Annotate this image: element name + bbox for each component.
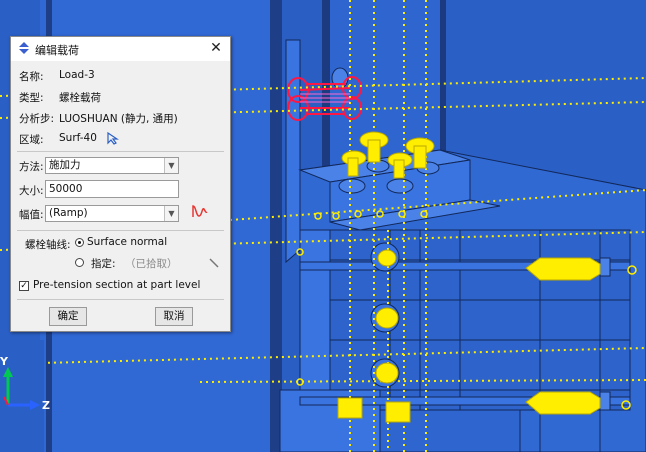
dialog-title: 编辑载荷: [35, 44, 79, 57]
edit-load-dialog: 编辑载荷 ✕ 名称: Load-3 类型: 螺栓载荷 分析步: LUOSHUAN…: [10, 36, 231, 332]
name-label: 名称:: [19, 71, 44, 83]
method-select[interactable]: 施加力 ▼: [45, 157, 179, 174]
divider: [17, 299, 224, 300]
amplitude-select-value: (Ramp): [49, 207, 88, 219]
picked-status: （已拾取）: [125, 258, 178, 270]
load-icon: [19, 42, 29, 54]
surface-normal-radio[interactable]: [75, 238, 84, 247]
method-label: 方法:: [19, 161, 44, 173]
pretension-checkbox[interactable]: ✓: [19, 281, 29, 291]
specify-radio[interactable]: [75, 258, 84, 267]
axis-z-label: Z: [42, 399, 50, 412]
name-value: Load-3: [59, 69, 95, 81]
step-label: 分析步:: [19, 113, 55, 125]
chevron-down-icon: ▼: [164, 158, 178, 173]
magnitude-input[interactable]: 50000: [45, 180, 179, 198]
chevron-down-icon: ▼: [164, 206, 178, 221]
region-label: 区域:: [19, 134, 44, 146]
create-amplitude-icon[interactable]: [191, 203, 209, 219]
axis-triad: Y Z: [0, 355, 60, 425]
axis-triad-icon: [3, 367, 40, 410]
type-value: 螺栓载荷: [59, 92, 101, 104]
step-value: LUOSHUAN (静力, 通用): [59, 113, 178, 125]
magnitude-label: 大小:: [19, 185, 44, 197]
bolt-axis-label: 螺栓轴线:: [25, 239, 71, 251]
dialog-titlebar[interactable]: 编辑载荷 ✕: [11, 37, 230, 61]
surface-normal-label: Surface normal: [87, 236, 168, 248]
amplitude-label: 幅值:: [19, 209, 44, 221]
divider: [17, 230, 224, 231]
divider: [17, 151, 224, 152]
type-label: 类型:: [19, 92, 44, 104]
specify-label: 指定:: [91, 258, 116, 270]
magnitude-input-value: 50000: [49, 183, 83, 195]
pick-arrow-icon[interactable]: [207, 256, 221, 270]
edit-region-icon[interactable]: [107, 132, 119, 145]
cancel-button[interactable]: 取消: [155, 307, 193, 326]
region-value: Surf-40: [59, 132, 97, 144]
amplitude-select[interactable]: (Ramp) ▼: [45, 205, 179, 222]
method-select-value: 施加力: [49, 159, 81, 171]
close-button[interactable]: ✕: [208, 39, 224, 57]
axis-y-label: Y: [0, 355, 8, 368]
pretension-label: Pre-tension section at part level: [33, 279, 201, 291]
ok-button[interactable]: 确定: [49, 307, 87, 326]
